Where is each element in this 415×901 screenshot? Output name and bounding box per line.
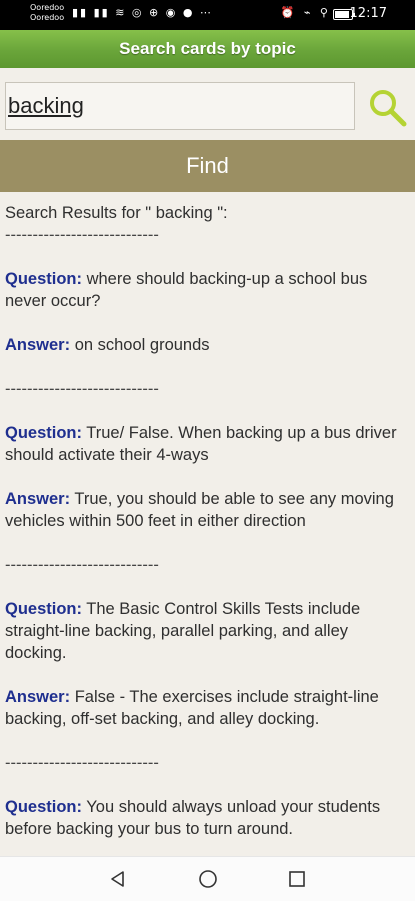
find-button[interactable]: Find: [0, 140, 415, 192]
carrier-names: Ooredoo Ooredoo: [30, 3, 64, 23]
result-divider: ----------------------------: [5, 754, 159, 772]
search-icon: [370, 90, 407, 127]
system-nav-bar: [0, 856, 415, 901]
result-answer: Answer: True, you should be able to see …: [5, 488, 410, 532]
result-question: Question: You should always unload your …: [5, 796, 410, 840]
signal-wifi-notification-icons: ▮▮ ▮▮ ≋ ◎ ⊕ ◉ ● ⋯: [72, 6, 213, 19]
result-question: Question: True/ False. When backing up a…: [5, 422, 410, 466]
question-label: Question:: [5, 798, 82, 816]
recent-square-icon[interactable]: [288, 870, 306, 888]
alarm-vibrate-location-icons: ⏰ ⌁ ⚲: [280, 6, 331, 19]
answer-label: Answer:: [5, 490, 71, 508]
question-label: Question:: [5, 424, 82, 442]
search-results[interactable]: Search Results for " backing ": --------…: [0, 192, 415, 856]
carrier-2: Ooredoo: [30, 13, 65, 22]
search-button[interactable]: [366, 86, 410, 130]
result-divider: ----------------------------: [5, 556, 159, 574]
search-input[interactable]: [5, 82, 355, 130]
answer-label: Answer:: [5, 336, 71, 354]
result-question: Question: where should backing-up a scho…: [5, 268, 410, 312]
status-bar: Ooredoo Ooredoo ▮▮ ▮▮ ≋ ◎ ⊕ ◉ ● ⋯ ⏰ ⌁ ⚲ …: [0, 0, 415, 30]
answer-label: Answer:: [5, 688, 71, 706]
app-title-bar: Search cards by topic: [0, 30, 415, 68]
result-answer: Answer: False - The exercises include st…: [5, 686, 410, 730]
status-clock: 12:17: [349, 6, 387, 21]
results-header: Search Results for " backing ":: [5, 204, 228, 222]
page-title: Search cards by topic: [119, 39, 296, 58]
question-label: Question:: [5, 270, 82, 288]
result-answer: Answer: on school grounds: [5, 334, 410, 356]
search-row: [0, 68, 415, 140]
carrier-1: Ooredoo: [30, 3, 65, 12]
answer-text: on school grounds: [70, 336, 210, 354]
back-triangle-icon[interactable]: [108, 869, 128, 889]
result-divider: ----------------------------: [5, 226, 159, 244]
result-divider: ----------------------------: [5, 380, 159, 398]
question-label: Question:: [5, 600, 82, 618]
home-circle-icon[interactable]: [198, 869, 218, 889]
result-question: Question: The Basic Control Skills Tests…: [5, 598, 410, 664]
find-button-label: Find: [186, 153, 229, 178]
